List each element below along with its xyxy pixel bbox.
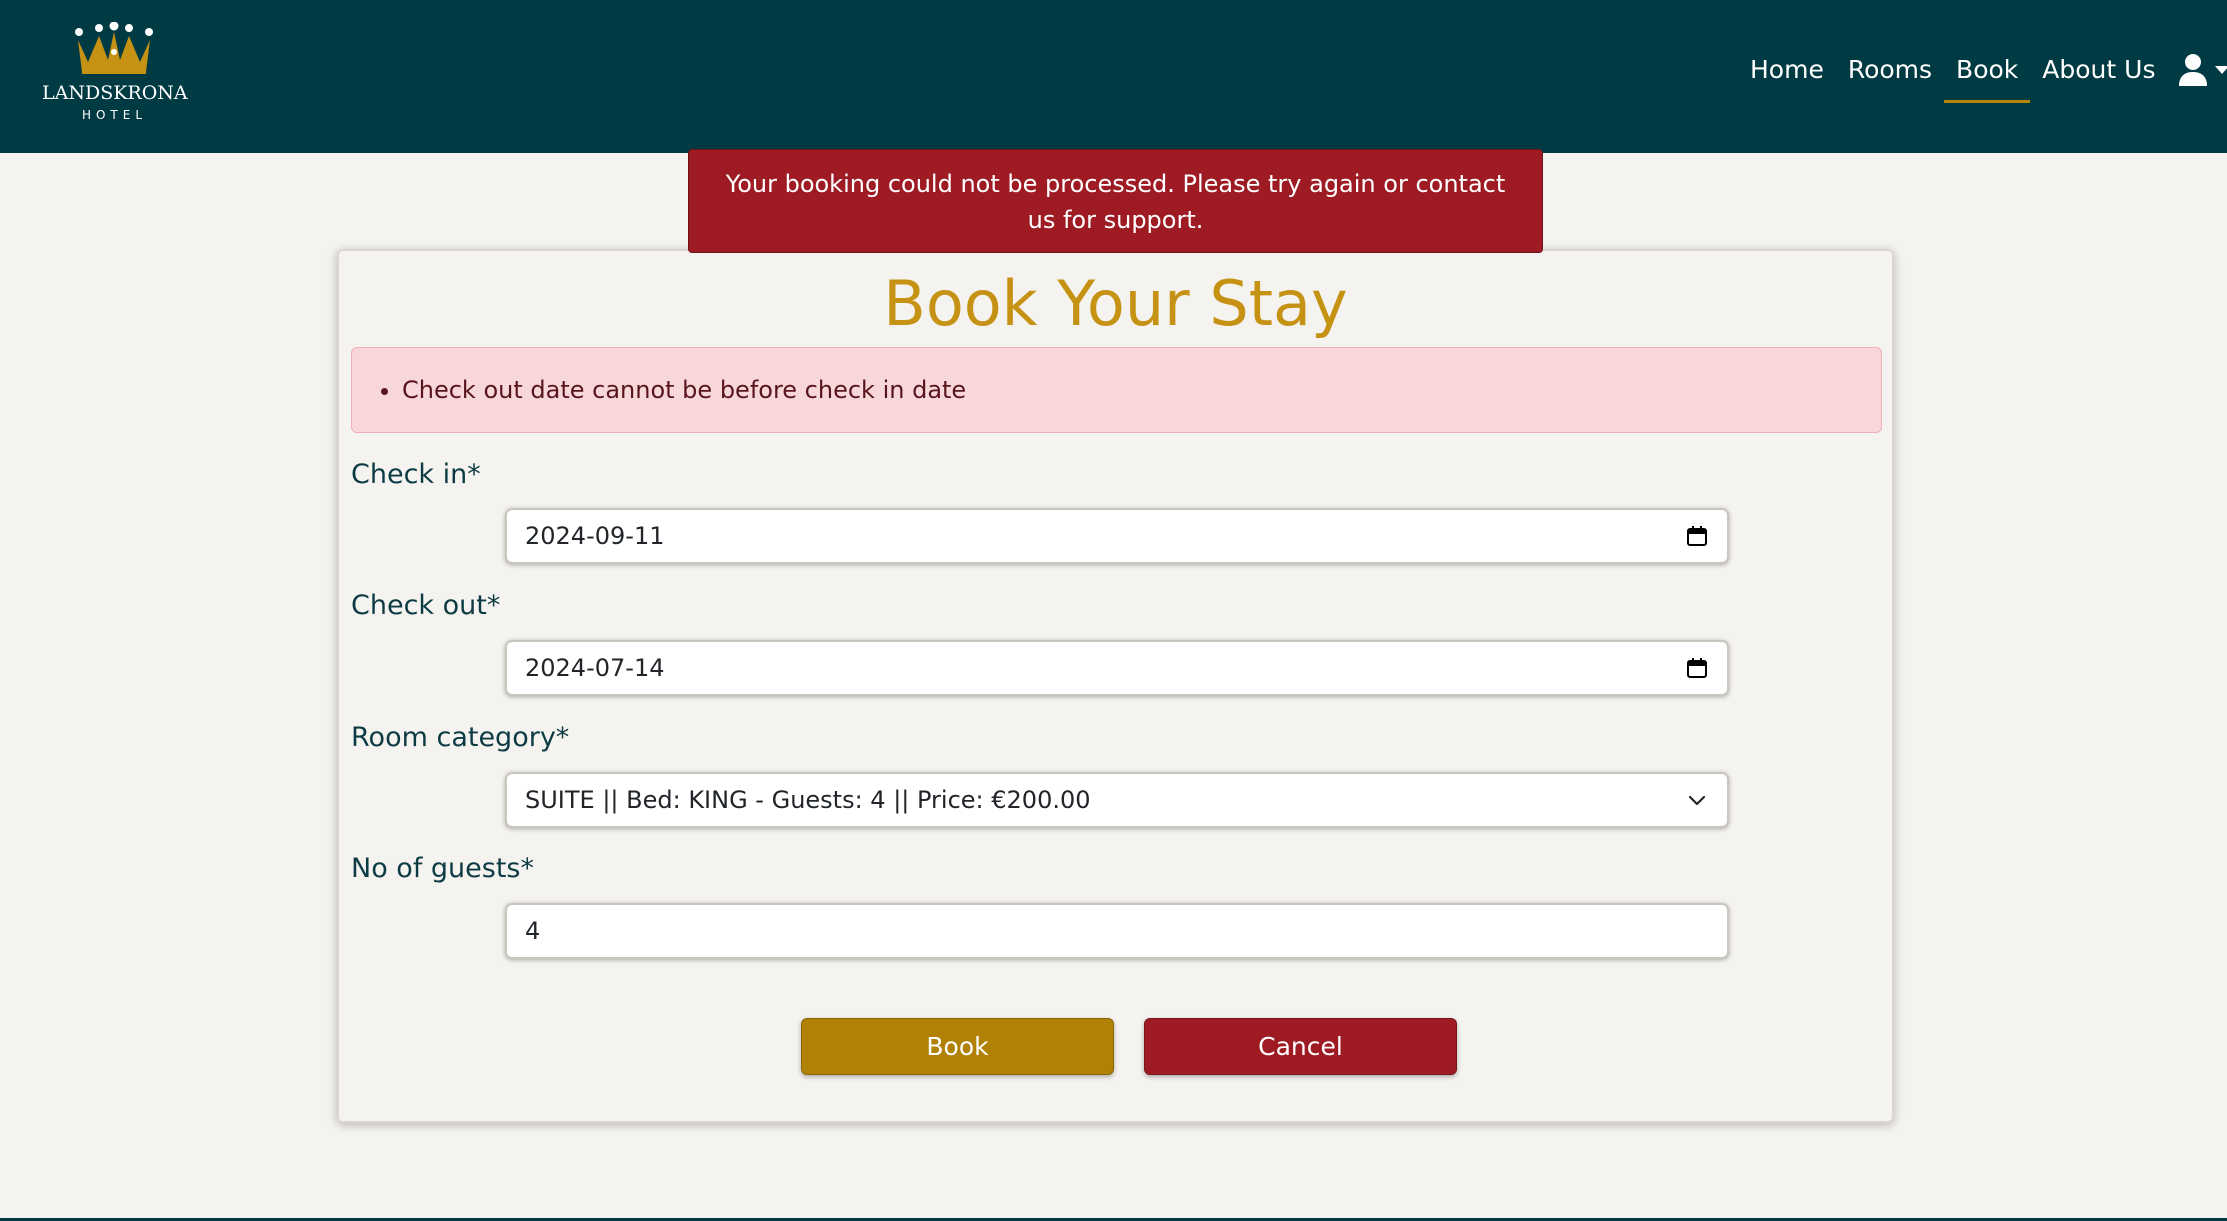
check-in-value: 2024-09-11 (525, 522, 665, 550)
brand-name: LANDSKRONA (42, 82, 188, 104)
navbar: LANDSKRONA HOTEL Home Rooms Book About U… (0, 0, 2227, 153)
room-category-select[interactable]: SUITE || Bed: KING - Guests: 4 || Price:… (505, 772, 1729, 828)
booking-error-alert: Your booking could not be processed. Ple… (688, 149, 1543, 253)
user-icon (2179, 54, 2208, 86)
form-errors: Check out date cannot be before check in… (351, 347, 1882, 433)
nav-link-rooms[interactable]: Rooms (1836, 50, 1944, 90)
main-nav: Home Rooms Book About Us (1738, 50, 2227, 103)
book-button[interactable]: Book (801, 1018, 1114, 1075)
cancel-button[interactable]: Cancel (1144, 1018, 1457, 1075)
calendar-icon[interactable] (1685, 524, 1709, 548)
nav-link-book[interactable]: Book (1944, 50, 2031, 103)
error-item: Check out date cannot be before check in… (402, 373, 966, 407)
room-category-value: SUITE || Bed: KING - Guests: 4 || Price:… (525, 786, 1091, 814)
caret-down-icon (2215, 66, 2227, 74)
check-out-value: 2024-07-14 (525, 654, 665, 682)
check-in-field[interactable]: 2024-09-11 (505, 508, 1729, 564)
guests-label: No of guests* (351, 853, 534, 884)
calendar-icon[interactable] (1685, 656, 1709, 680)
user-menu-toggle[interactable] (2167, 54, 2227, 86)
check-out-label: Check out* (351, 590, 501, 621)
booking-form-card: Book Your Stay Check out date cannot be … (337, 249, 1894, 1123)
check-out-field[interactable]: 2024-07-14 (505, 640, 1729, 696)
check-in-label: Check in* (351, 459, 481, 490)
nav-link-home[interactable]: Home (1738, 50, 1836, 90)
guests-value: 4 (525, 917, 541, 945)
guests-input[interactable]: 4 (505, 903, 1729, 959)
brand-subtitle: HOTEL (81, 108, 148, 122)
nav-link-about-us[interactable]: About Us (2030, 50, 2167, 90)
chevron-down-icon (1688, 795, 1706, 806)
crown-icon (75, 22, 153, 74)
page-title: Book Your Stay (883, 267, 1348, 340)
room-category-label: Room category* (351, 722, 570, 753)
brand-logo[interactable]: LANDSKRONA HOTEL (42, 22, 188, 130)
